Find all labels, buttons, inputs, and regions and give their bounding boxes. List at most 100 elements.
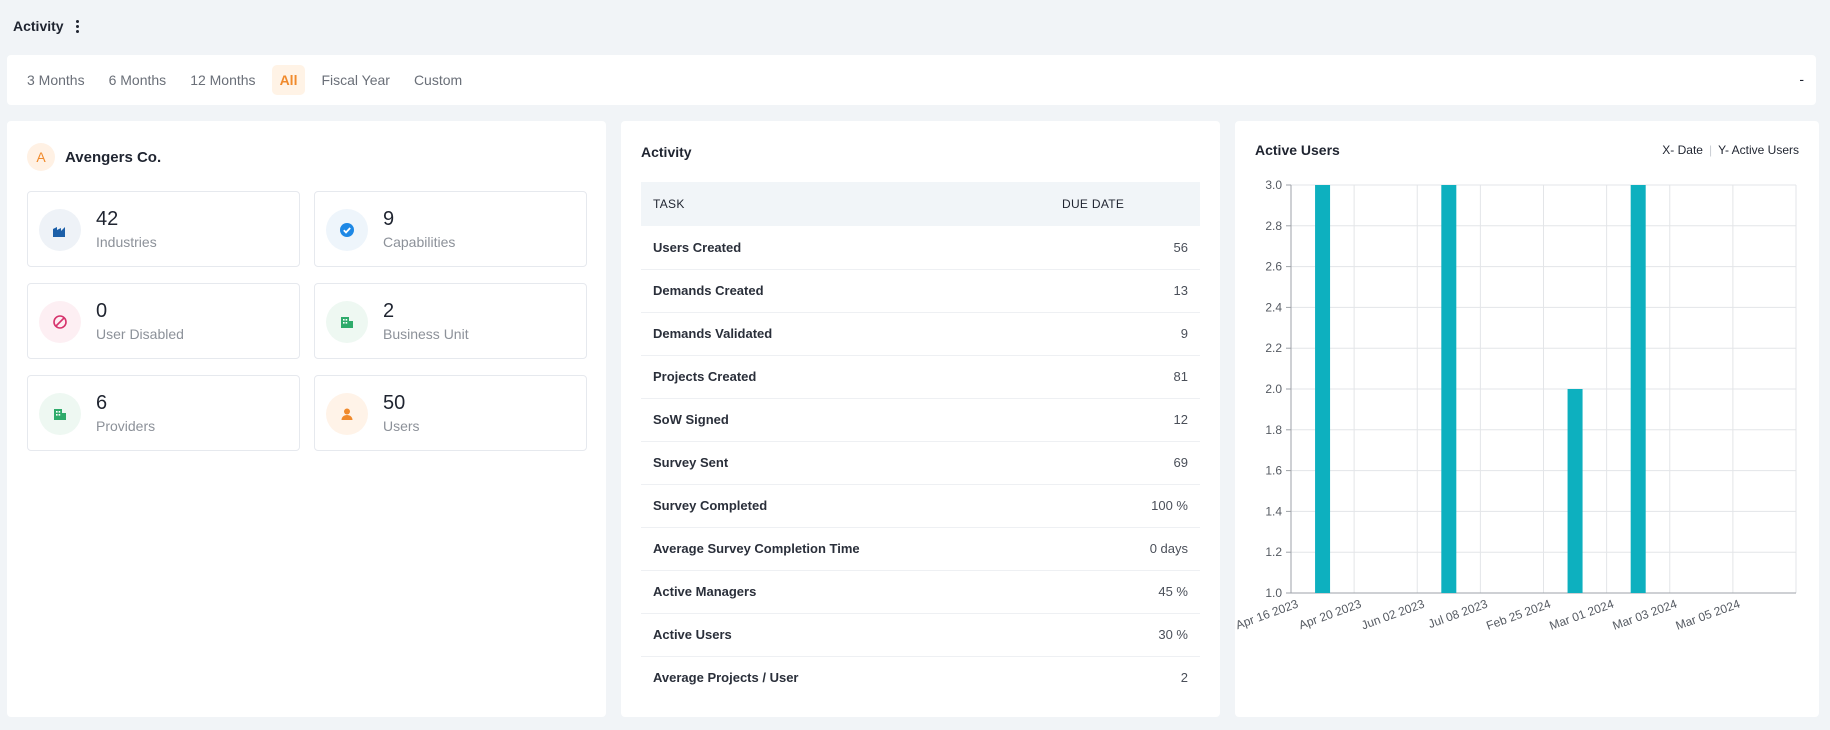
x-tick-label: Mar 03 2024	[1611, 597, 1679, 633]
chart-bar	[1630, 185, 1646, 593]
y-tick-label: 1.6	[1265, 464, 1282, 478]
task-name: Survey Sent	[641, 441, 1050, 485]
stat-card-industries[interactable]: 42 Industries	[27, 191, 300, 267]
active-users-bar-chart: 1.0 1.2 1.4 1.6 1.8 2.0 2.2 2.4 2.6 2.8 3.0 Apr 16 …	[1235, 178, 1797, 633]
table-row: Projects Created 81	[641, 355, 1200, 399]
stat-value: 2	[383, 300, 395, 322]
y-tick-label: 1.8	[1265, 423, 1282, 437]
stat-value: 9	[383, 208, 395, 230]
task-name: Survey Completed	[641, 484, 1050, 528]
filter-6-months[interactable]: 6 Months	[101, 65, 175, 95]
task-name: Average Projects / User	[653, 670, 799, 686]
task-value: 45 %	[1050, 570, 1200, 614]
check-badge-icon	[326, 209, 368, 251]
stat-label: Capabilities	[383, 234, 456, 250]
y-tick-label: 2.6	[1265, 260, 1282, 274]
y-tick-label: 2.2	[1265, 341, 1282, 355]
x-tick-label: Mar 05 2024	[1674, 597, 1742, 633]
page-title: Activity	[13, 18, 64, 34]
y-tick-label: 2.8	[1265, 219, 1282, 233]
activity-table: TASK DUE DATE Users Created 56 Demands Cre…	[641, 182, 1200, 699]
task-value: 0 days	[1050, 527, 1200, 571]
table-row: Survey Completed 100 %	[641, 484, 1200, 528]
stat-card-providers[interactable]: 6 Providers	[27, 375, 300, 451]
y-tick-label: 2.0	[1265, 382, 1282, 396]
task-name: SoW Signed	[641, 398, 1050, 442]
table-row: Active Users 30 %	[641, 613, 1200, 657]
x-tick-label: Apr 20 2023	[1297, 597, 1364, 633]
stat-value: 50	[383, 392, 406, 414]
table-row: Survey Sent 69	[641, 441, 1200, 485]
company-header: A Avengers Co.	[27, 143, 161, 171]
filter-fiscal-year[interactable]: Fiscal Year	[313, 65, 397, 95]
task-value: 30 %	[1050, 613, 1200, 657]
stat-label: Business Unit	[383, 326, 469, 342]
stat-value: 0	[96, 300, 108, 322]
stat-card-user-disabled[interactable]: 0 User Disabled	[27, 283, 300, 359]
y-tick-label: 1.2	[1265, 545, 1282, 559]
disabled-icon	[39, 301, 81, 343]
stat-card-business-unit[interactable]: 2 Business Unit	[314, 283, 587, 359]
task-value: 69	[1050, 441, 1200, 485]
task-name: Users Created	[641, 226, 1050, 270]
table-header-row: TASK DUE DATE	[641, 182, 1200, 226]
building-icon	[326, 301, 368, 343]
active-users-card: Active Users X- Date | Y- Active Users 1…	[1235, 121, 1819, 717]
company-summary-card: A Avengers Co. 42 Industries 9 Capabilit…	[7, 121, 606, 717]
chart-bar	[1567, 389, 1583, 593]
column-header-task[interactable]: TASK	[641, 182, 1050, 226]
building-icon	[39, 393, 81, 435]
table-row: Demands Validated 9	[641, 312, 1200, 356]
stat-card-users[interactable]: 50 Users	[314, 375, 587, 451]
chart-bar	[1315, 185, 1331, 593]
x-tick-label: Feb 25 2024	[1484, 597, 1552, 633]
filter-3-months[interactable]: 3 Months	[19, 65, 93, 95]
task-value: 81	[1050, 355, 1200, 399]
industry-icon	[39, 209, 81, 251]
y-tick-label: 1.4	[1265, 504, 1282, 518]
company-name: Avengers Co.	[65, 148, 162, 166]
stat-label: Industries	[96, 234, 157, 250]
stat-label: Users	[383, 418, 420, 434]
task-value: 12	[1050, 398, 1200, 442]
activity-card: Activity TASK DUE DATE Users Created 56 De…	[621, 121, 1220, 717]
chart-bar	[1441, 185, 1457, 593]
filter-custom[interactable]: Custom	[406, 65, 470, 95]
table-row: Average Projects / User 2	[641, 656, 1200, 699]
table-row: Average Survey Completion Time 0 days	[641, 527, 1200, 571]
stat-value: 6	[96, 392, 108, 414]
x-tick-label: Jun 02 2023	[1359, 597, 1426, 633]
task-name: Average Survey Completion Time	[641, 527, 1050, 571]
x-tick-label: Mar 01 2024	[1548, 597, 1616, 633]
company-avatar: A	[27, 143, 55, 171]
y-tick-label: 1.0	[1265, 586, 1282, 600]
task-value: 100 %	[1050, 484, 1200, 528]
filter-12-months[interactable]: 12 Months	[182, 65, 263, 95]
stat-label: Providers	[96, 418, 156, 434]
task-value: 9	[1050, 312, 1200, 356]
table-row: Users Created 56	[641, 226, 1200, 270]
table-row: Demands Created 13	[641, 269, 1200, 313]
user-icon	[326, 393, 368, 435]
task-name: Active Users	[641, 613, 1050, 657]
task-name: Active Managers	[641, 570, 1050, 614]
more-options-icon[interactable]	[72, 18, 83, 35]
stat-value: 42	[96, 208, 119, 230]
table-row: SoW Signed 12	[641, 398, 1200, 442]
task-value: 56	[1050, 226, 1200, 270]
activity-title: Activity	[641, 144, 692, 160]
column-header-due-date[interactable]: DUE DATE	[1050, 182, 1200, 226]
task-name: Demands Validated	[641, 312, 1050, 356]
page-header: Activity	[13, 16, 83, 36]
filter-all[interactable]: All	[271, 65, 306, 95]
task-value: 13	[1050, 269, 1200, 313]
task-name: Projects Created	[641, 355, 1050, 399]
y-tick-label: 3.0	[1265, 178, 1282, 192]
y-tick-label: 2.4	[1265, 300, 1282, 314]
stat-label: User Disabled	[96, 326, 184, 342]
stat-card-capabilities[interactable]: 9 Capabilities	[314, 191, 587, 267]
task-name: Demands Created	[641, 269, 1050, 313]
x-tick-label: Jul 08 2023	[1426, 597, 1489, 631]
x-tick-label: Apr 16 2023	[1235, 597, 1300, 633]
table-row: Active Managers 45 %	[641, 570, 1200, 614]
